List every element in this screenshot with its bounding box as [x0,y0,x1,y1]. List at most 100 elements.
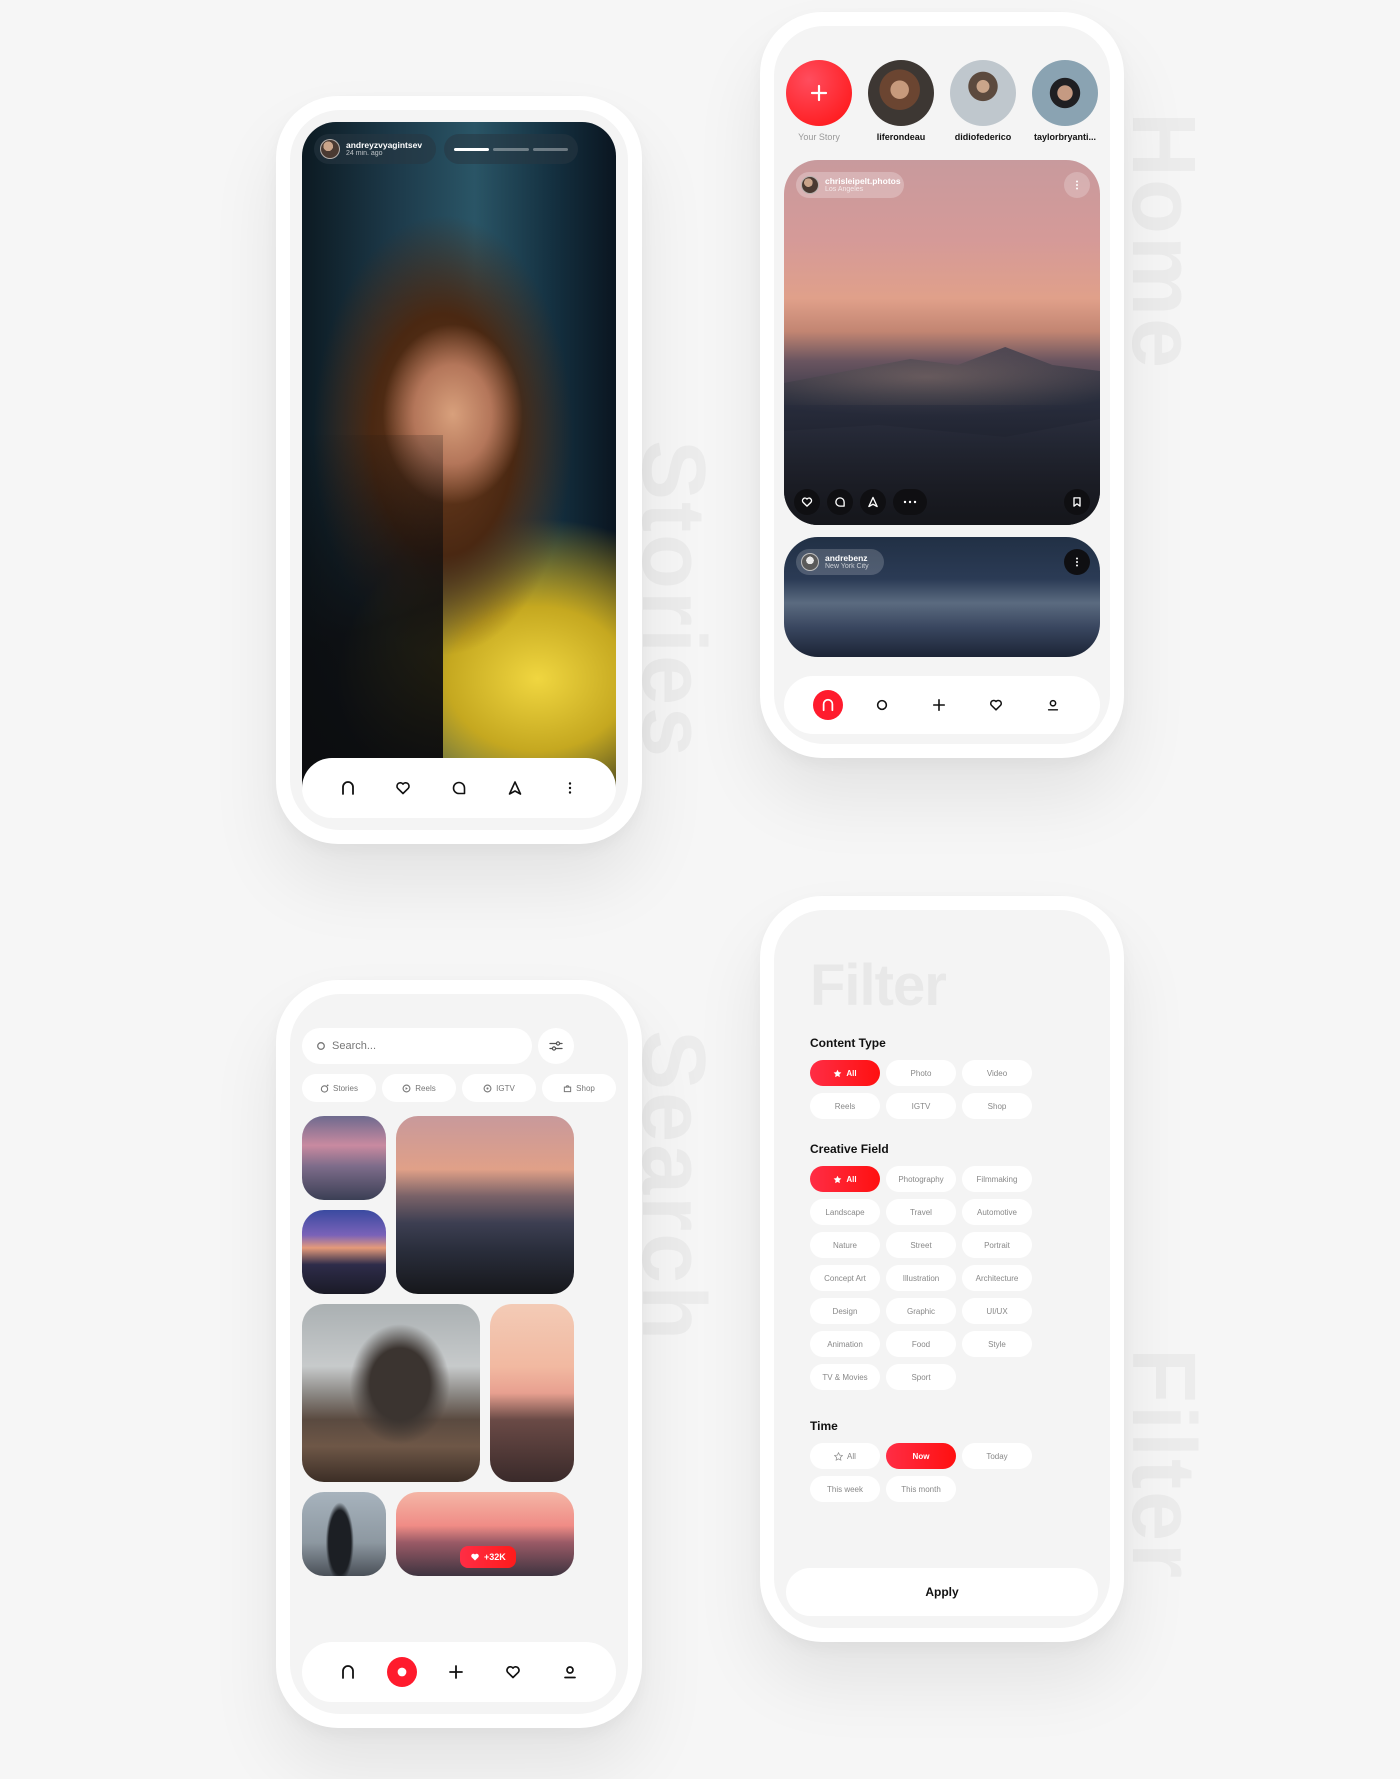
share-button[interactable] [860,489,886,515]
heart-icon[interactable] [495,1654,531,1690]
heart-icon[interactable] [978,687,1014,723]
option-all[interactable]: All [810,1060,880,1086]
chip-reels[interactable]: Reels [382,1074,456,1102]
search-navbar [302,1642,616,1702]
option-nature[interactable]: Nature [810,1232,880,1258]
chip-stories[interactable]: Stories [302,1074,376,1102]
search-input[interactable]: Search... [302,1028,532,1064]
story-user-pill[interactable]: andreyzvyagintsev 24 min. ago [314,134,436,164]
home-arch-icon[interactable] [812,690,843,720]
grid-photo-person[interactable] [302,1492,386,1576]
option-style[interactable]: Style [962,1331,1032,1357]
comment-icon[interactable] [441,770,477,806]
profile-icon[interactable] [552,1654,588,1690]
more-actions-button[interactable] [893,489,927,515]
grid-photo-coast[interactable] [302,1304,480,1482]
more-icon[interactable] [552,770,588,806]
shop-icon [564,1084,572,1092]
chip-igtv[interactable]: IGTV [462,1074,536,1102]
option-all[interactable]: All [810,1443,880,1469]
option-shop[interactable]: Shop [962,1093,1032,1119]
more-icon [1076,180,1078,190]
option-video[interactable]: Video [962,1060,1032,1086]
chip-label: Reels [415,1083,436,1093]
post-user-pill[interactable]: andrebenz New York City [796,549,884,575]
record-icon[interactable] [387,1657,418,1687]
story-photo[interactable]: andreyzvyagintsev 24 min. ago [302,122,616,818]
option-ui-ux[interactable]: UI/UX [962,1298,1032,1324]
option-street[interactable]: Street [886,1232,956,1258]
home-arch-icon[interactable] [330,1654,366,1690]
option-graphic[interactable]: Graphic [886,1298,956,1324]
search-circle-icon[interactable] [864,687,900,723]
home-navbar [784,676,1100,734]
story-label: didiofederico [954,132,1012,142]
reels-icon [402,1084,411,1092]
comment-button[interactable] [827,489,853,515]
option-design[interactable]: Design [810,1298,880,1324]
save-button[interactable] [1064,489,1090,515]
option-concept-art[interactable]: Concept Art [810,1265,880,1291]
option-animation[interactable]: Animation [810,1331,880,1357]
option-photography[interactable]: Photography [886,1166,956,1192]
chip-shop[interactable]: Shop [542,1074,616,1102]
story-label: Your Story [798,132,840,142]
option-food[interactable]: Food [886,1331,956,1357]
heart-icon[interactable] [385,770,421,806]
grid-photo-dunes[interactable] [490,1304,574,1482]
option-photo[interactable]: Photo [886,1060,956,1086]
feed-post[interactable]: andrebenz New York City [784,537,1100,657]
option-tv-movies[interactable]: TV & Movies [810,1364,880,1390]
send-icon [868,496,878,508]
post-more-button[interactable] [1064,549,1090,575]
progress-segment [454,147,490,151]
story-item[interactable]: didiofederico [948,60,1018,142]
category-chips: Stories Reels IGTV Shop [302,1074,616,1102]
igtv-icon [483,1084,492,1092]
option-label: All [846,1068,857,1078]
send-icon[interactable] [497,770,533,806]
grid-photo-bridge[interactable] [302,1116,386,1200]
ellipsis-icon [903,500,917,504]
option-this-week[interactable]: This week [810,1476,880,1502]
story-item[interactable]: taylorbryanti... [1030,60,1100,142]
grid-photo-night-city[interactable] [302,1210,386,1294]
add-story-button[interactable] [786,60,852,126]
option-igtv[interactable]: IGTV [886,1093,956,1119]
avatar [801,176,819,194]
option-sport[interactable]: Sport [886,1364,956,1390]
home-section-label: Home [1113,112,1213,371]
option-portrait[interactable]: Portrait [962,1232,1032,1258]
option-now[interactable]: Now [886,1443,956,1469]
option-automotive[interactable]: Automotive [962,1199,1032,1225]
filter-button[interactable] [538,1028,574,1064]
story-item-your-story[interactable]: Your Story [784,60,854,142]
option-reels[interactable]: Reels [810,1093,880,1119]
stories-phone: andreyzvyagintsev 24 min. ago [276,96,642,844]
option-this-month[interactable]: This month [886,1476,956,1502]
post-more-button[interactable] [1064,172,1090,198]
option-architecture[interactable]: Architecture [962,1265,1032,1291]
chip-label: Stories [333,1083,358,1093]
option-illustration[interactable]: Illustration [886,1265,956,1291]
option-all[interactable]: All [810,1166,880,1192]
feed-post[interactable]: chrisleipelt.photos Los Angeles [784,160,1100,525]
option-filmmaking[interactable]: Filmmaking [962,1166,1032,1192]
post-user-pill[interactable]: chrisleipelt.photos Los Angeles [796,172,904,198]
avatar [801,553,819,571]
filter-section-label: Filter [1113,1348,1213,1581]
like-button[interactable] [794,489,820,515]
story-item[interactable]: liferondeau [866,60,936,142]
grid-photo-sf-aerial[interactable] [396,1116,574,1294]
option-travel[interactable]: Travel [886,1199,956,1225]
plus-icon[interactable] [438,1654,474,1690]
section-heading-content-type: Content Type [810,1036,886,1050]
avatar [950,60,1016,126]
apply-button[interactable]: Apply [786,1568,1098,1616]
chip-label: Shop [576,1083,595,1093]
option-today[interactable]: Today [962,1443,1032,1469]
home-arch-icon[interactable] [330,770,366,806]
option-landscape[interactable]: Landscape [810,1199,880,1225]
profile-icon[interactable] [1035,687,1071,723]
plus-icon[interactable] [921,687,957,723]
